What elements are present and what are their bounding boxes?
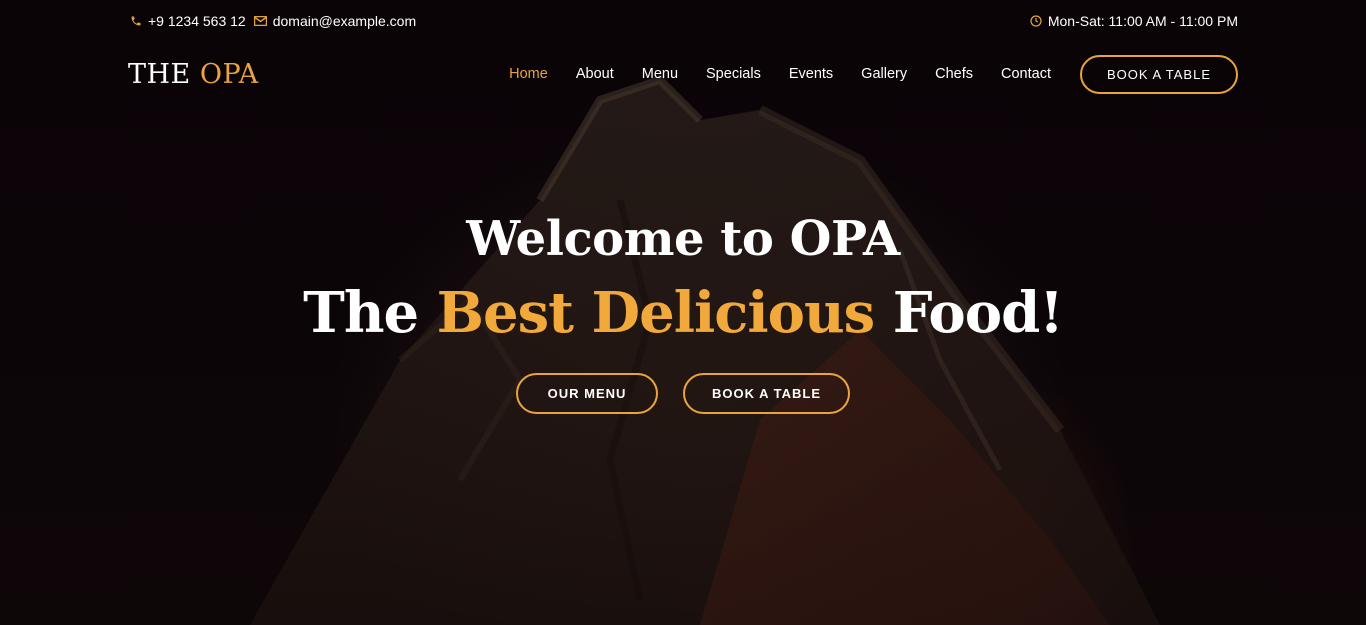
main-header: THE OPA Home About Menu Specials Events … [0,54,1366,94]
phone-icon [130,15,142,27]
nav-home[interactable]: Home [509,66,548,82]
hero-section: Welcome to OPA The Best Delicious Food! … [0,208,1366,414]
nav-specials[interactable]: Specials [706,66,761,82]
book-a-table-button[interactable]: BOOK A TABLE [1079,54,1238,94]
hero-book-table-button[interactable]: BOOK A TABLE [683,373,850,414]
nav-gallery[interactable]: Gallery [861,66,907,82]
envelope-icon [253,16,267,26]
nav-menu[interactable]: Menu [642,66,678,82]
top-info-bar: +9 1234 563 12 domain@example.com Mon-Sa… [0,0,1366,42]
nav-contact[interactable]: Contact [1001,66,1051,82]
phone-number: +9 1234 563 12 [148,13,246,29]
logo-accent: OPA [199,58,259,90]
hero-title-line2: The Best Delicious Food! [0,274,1366,352]
hero-buttons: OUR MENU BOOK A TABLE [0,373,1366,414]
phone-contact[interactable]: +9 1234 563 12 [130,13,246,29]
nav-events[interactable]: Events [789,66,833,82]
our-menu-button[interactable]: OUR MENU [516,373,658,414]
opening-hours: Mon-Sat: 11:00 AM - 11:00 PM [1030,13,1238,29]
main-nav: Home About Menu Specials Events Gallery … [481,54,1238,94]
hero-line2-accent: Best Delicious [436,280,876,346]
email-address: domain@example.com [272,13,417,29]
nav-about[interactable]: About [576,66,614,82]
logo-main: THE [128,58,191,90]
logo[interactable]: THE OPA [128,59,259,90]
clock-icon [1030,15,1042,27]
hero-title-line1: Welcome to OPA [466,211,900,267]
email-contact[interactable]: domain@example.com [253,13,417,29]
hours-text: Mon-Sat: 11:00 AM - 11:00 PM [1047,13,1238,29]
hero-line2-after: Food! [892,280,1064,346]
hero-line2-before: The [303,280,419,346]
contact-info: +9 1234 563 12 domain@example.com [130,13,416,29]
nav-chefs[interactable]: Chefs [935,66,973,82]
